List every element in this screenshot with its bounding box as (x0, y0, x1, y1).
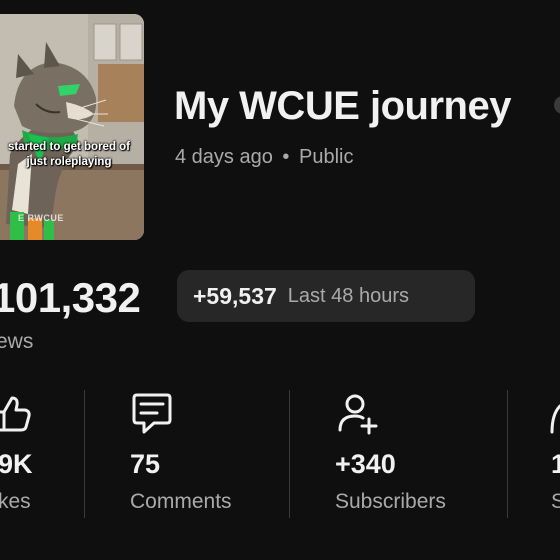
video-title: My WCUE journey (174, 84, 511, 128)
thumbnail-caption: started to get bored of just roleplaying (0, 140, 144, 170)
stat-divider (289, 390, 290, 518)
views-label: ews (0, 330, 34, 353)
add-person-icon[interactable] (336, 392, 380, 436)
shares-label: S (551, 490, 560, 513)
video-thumbnail[interactable]: started to get bored of just roleplaying… (0, 14, 144, 240)
thumbnail-watermark: E RWCUE (18, 213, 64, 223)
thumbnail-caption-line-1: started to get bored of (7, 141, 131, 153)
shares-value: 1 (551, 449, 560, 479)
thumbs-up-icon[interactable] (0, 392, 36, 436)
thumbnail-scene (0, 14, 144, 240)
recent-views-pill[interactable]: +59,537 Last 48 hours (177, 270, 475, 322)
comments-label: Comments (130, 490, 232, 513)
more-icon[interactable] (554, 96, 560, 114)
comments-value: 75 (130, 449, 161, 479)
recent-views-period: Last 48 hours (287, 284, 409, 307)
subscribers-value: +340 (335, 449, 396, 479)
comment-icon[interactable] (130, 392, 174, 436)
stat-divider (84, 390, 85, 518)
stat-divider (507, 390, 508, 518)
views-count: 101,332 (0, 274, 141, 321)
video-age: 4 days ago (175, 146, 273, 168)
video-meta: 4 days ago • Public (175, 146, 353, 169)
likes-value: 9K (0, 449, 33, 479)
recent-views-delta: +59,537 (193, 282, 277, 309)
thumbnail-caption-line-2: just roleplaying (26, 156, 112, 168)
meta-separator: • (282, 146, 290, 168)
video-visibility: Public (299, 146, 354, 168)
likes-label: kes (0, 490, 31, 513)
share-icon[interactable] (550, 392, 560, 436)
subscribers-label: Subscribers (335, 490, 446, 513)
